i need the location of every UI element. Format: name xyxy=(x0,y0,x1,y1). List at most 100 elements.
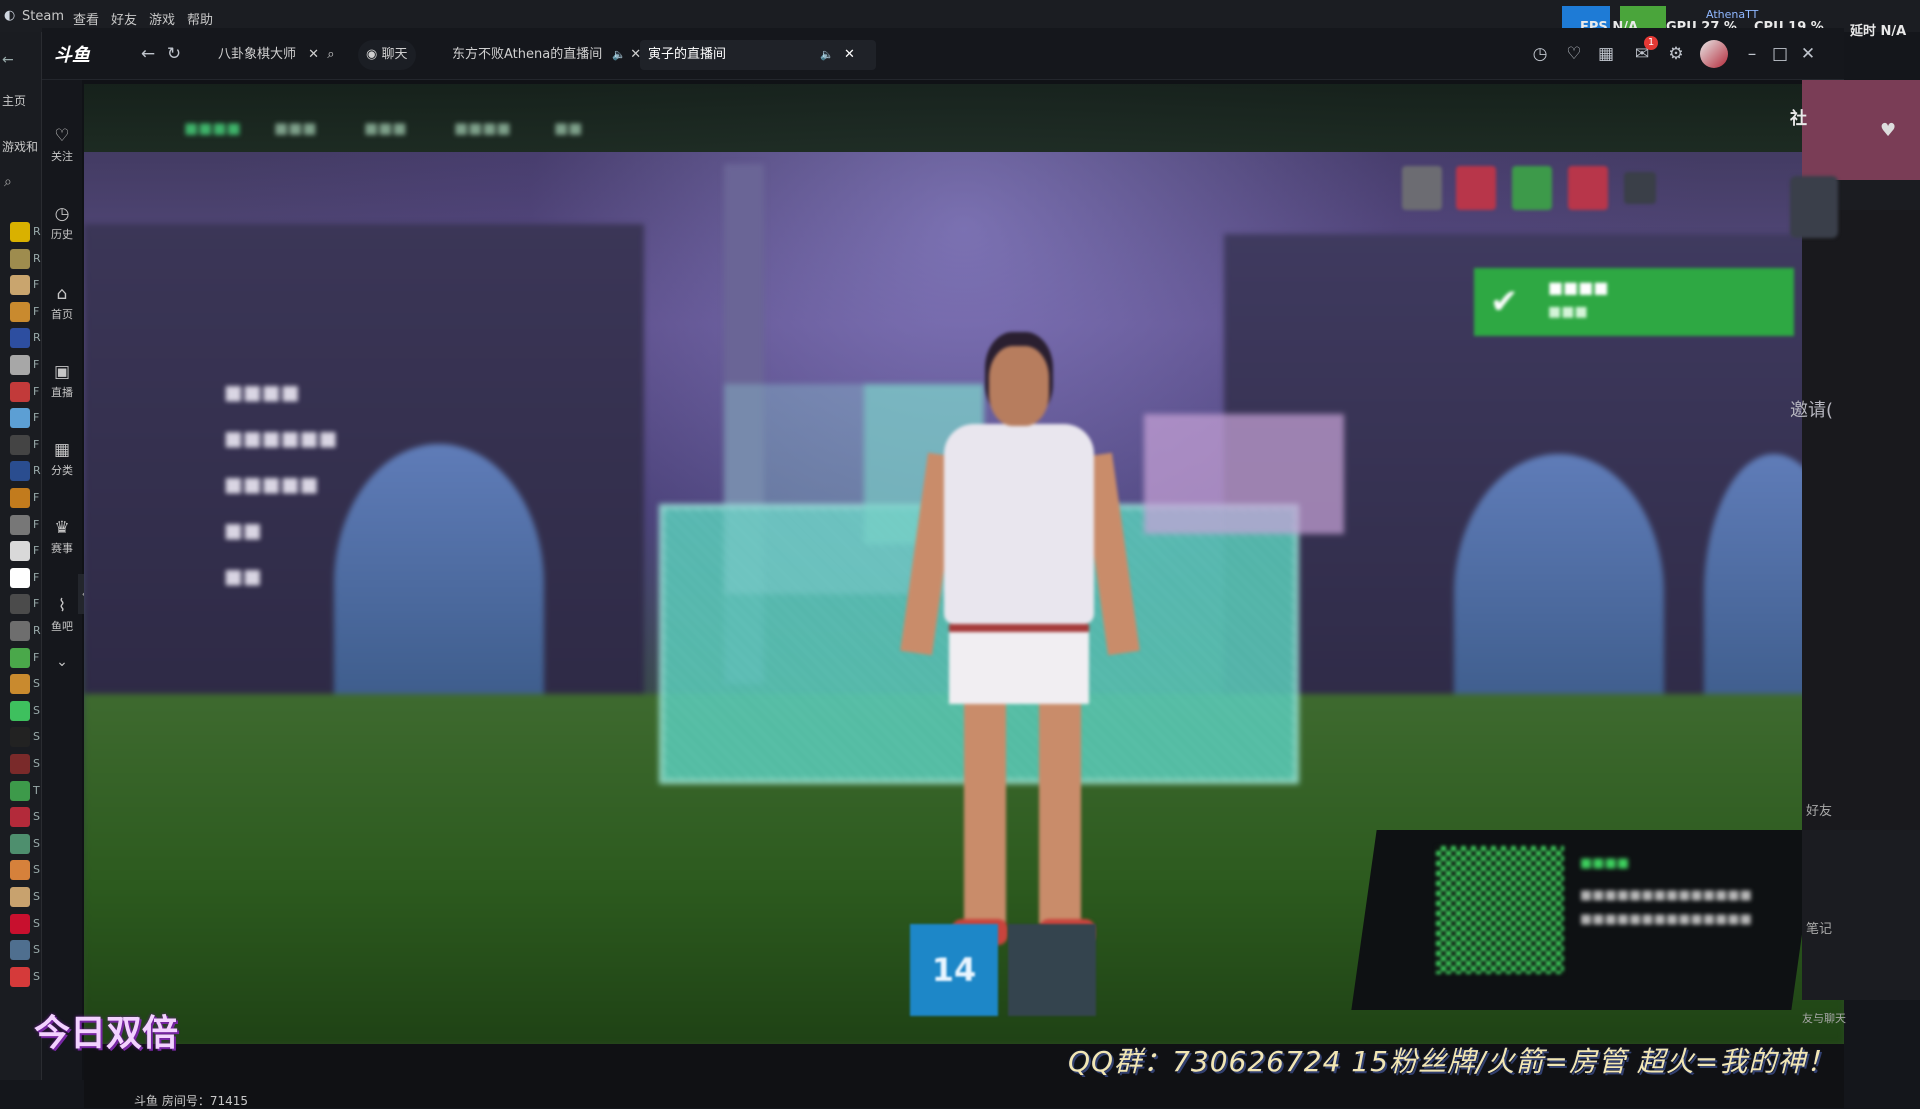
steam-menu-steam[interactable]: Steam xyxy=(22,9,64,24)
game-title-initial[interactable]: F xyxy=(33,651,39,664)
game-icon[interactable] xyxy=(10,328,30,349)
game-icon[interactable] xyxy=(10,461,30,482)
avatar[interactable] xyxy=(1700,40,1728,68)
game-title-initial[interactable]: R xyxy=(33,464,41,477)
game-menu-item[interactable]: ■■■■ xyxy=(224,380,300,404)
close-icon[interactable]: ✕ xyxy=(308,47,319,62)
game-tab[interactable]: ■■■ xyxy=(274,119,317,137)
game-icon[interactable] xyxy=(10,301,30,322)
game-title-initial[interactable]: F xyxy=(33,438,39,451)
nav-category[interactable]: ▦ 分类 xyxy=(42,440,82,478)
game-icon[interactable] xyxy=(10,567,30,588)
game-title-initial[interactable]: S xyxy=(33,943,40,956)
back-arrow-icon[interactable]: ← xyxy=(2,52,14,68)
game-icon[interactable] xyxy=(10,754,30,774)
game-icon[interactable] xyxy=(10,621,30,641)
live-video-player[interactable]: ■■■■ ■■■ ■■■ ■■■■ ■■ ■■■■ ■■■■■■ ■■■■■ ■… xyxy=(84,84,1844,1044)
game-icon[interactable] xyxy=(10,700,30,721)
party-slot[interactable] xyxy=(1624,172,1656,204)
game-icon[interactable] xyxy=(10,381,30,402)
game-title-initial[interactable]: F xyxy=(33,518,39,531)
game-tab[interactable]: ■■■ xyxy=(364,119,407,137)
heart-icon[interactable]: ♥ xyxy=(1880,120,1896,141)
close-window-icon[interactable]: ✕ xyxy=(1798,44,1818,64)
game-title-initial[interactable]: F xyxy=(33,278,39,291)
game-icon[interactable] xyxy=(10,807,30,828)
game-menu-item[interactable]: ■■ xyxy=(224,564,262,588)
back-icon[interactable]: ← xyxy=(138,44,158,64)
streamer-avatar[interactable] xyxy=(1790,176,1838,238)
steam-menu-help[interactable]: 帮助 xyxy=(187,9,213,28)
game-title-initial[interactable]: F xyxy=(33,358,39,371)
game-icon[interactable] xyxy=(10,780,30,801)
game-title-initial[interactable]: S xyxy=(33,890,40,903)
game-icon[interactable] xyxy=(10,488,30,508)
invite-label[interactable]: 邀请( xyxy=(1790,396,1833,422)
chevron-down-icon[interactable]: ⌄ xyxy=(42,654,82,670)
game-title-initial[interactable]: R xyxy=(33,252,41,265)
game-icon[interactable] xyxy=(10,541,30,562)
minimize-icon[interactable]: – xyxy=(1742,44,1762,64)
game-title-initial[interactable]: F xyxy=(33,597,39,610)
game-title-initial[interactable]: S xyxy=(33,810,40,823)
game-title-initial[interactable]: F xyxy=(33,305,39,318)
game-menu-item[interactable]: ■■■■■■ xyxy=(224,426,337,450)
game-title-initial[interactable]: R xyxy=(33,331,41,344)
game-title-initial[interactable]: S xyxy=(33,970,40,983)
party-avatar[interactable] xyxy=(1402,166,1442,210)
game-icon[interactable] xyxy=(10,913,30,934)
game-title-initial[interactable]: R xyxy=(33,225,41,238)
game-icon[interactable] xyxy=(10,222,30,242)
close-icon[interactable]: ✕ xyxy=(844,40,855,70)
game-title-initial[interactable]: S xyxy=(33,704,40,717)
nav-events[interactable]: ♛ 赛事 xyxy=(42,518,82,556)
game-icon[interactable] xyxy=(10,966,30,987)
game-icon[interactable] xyxy=(10,674,30,695)
tab-athena-room[interactable]: 东方不败Athena的直播间 🔈 ✕ xyxy=(444,40,649,70)
game-icon[interactable] xyxy=(10,647,30,668)
tab-xiangqi[interactable]: 八卦象棋大师 ✕ ⌕ xyxy=(210,40,342,70)
party-avatar[interactable] xyxy=(1568,166,1608,210)
search-icon[interactable]: ⌕ xyxy=(327,47,334,62)
steam-menu-friends[interactable]: 好友 xyxy=(111,9,137,28)
game-title-initial[interactable]: S xyxy=(33,757,40,770)
settings-icon[interactable]: ⚙ xyxy=(1666,44,1686,64)
game-title-initial[interactable]: S xyxy=(33,917,40,930)
game-icon[interactable] xyxy=(10,248,30,269)
game-icon[interactable] xyxy=(10,408,30,429)
game-tab[interactable]: ■■ xyxy=(554,119,582,137)
maximize-icon[interactable]: □ xyxy=(1770,44,1790,64)
calendar-icon[interactable]: ▦ xyxy=(1596,44,1616,64)
game-title-initial[interactable]: F xyxy=(33,544,39,557)
game-title-initial[interactable]: S xyxy=(33,730,40,743)
game-icon[interactable] xyxy=(10,833,30,854)
game-icon[interactable] xyxy=(10,434,30,455)
game-title-initial[interactable]: F xyxy=(33,411,39,424)
game-icon[interactable] xyxy=(10,860,30,881)
game-tab[interactable]: ■■■■ xyxy=(454,119,511,137)
nav-home[interactable]: ⌂ 首页 xyxy=(42,284,82,322)
douyu-logo[interactable]: 斗鱼 xyxy=(54,41,90,67)
game-title-initial[interactable]: R xyxy=(33,624,41,637)
game-title-initial[interactable]: F xyxy=(33,571,39,584)
steam-nav-home[interactable]: 主页 xyxy=(2,92,26,109)
refresh-icon[interactable]: ↻ xyxy=(164,44,184,64)
game-icon[interactable] xyxy=(10,355,30,375)
game-icon[interactable] xyxy=(10,887,30,907)
game-title-initial[interactable]: S xyxy=(33,677,40,690)
steam-nav-library[interactable]: 游戏和 xyxy=(2,138,38,155)
party-avatar[interactable] xyxy=(1512,166,1552,210)
search-icon[interactable]: ⌕ xyxy=(4,174,12,190)
steam-menu-games[interactable]: 游戏 xyxy=(149,9,175,28)
nav-follow[interactable]: ♡ 关注 xyxy=(42,126,82,164)
game-icon[interactable] xyxy=(10,940,30,961)
game-icon[interactable] xyxy=(10,514,30,535)
game-icon[interactable] xyxy=(10,275,30,296)
nav-history[interactable]: ◷ 历史 xyxy=(42,204,82,242)
game-title-initial[interactable]: F xyxy=(33,385,39,398)
tab-yinzi-room[interactable]: 寅子的直播间 🔈 ✕ xyxy=(640,40,876,70)
nav-live[interactable]: ▣ 直播 xyxy=(42,362,82,400)
party-avatar[interactable] xyxy=(1456,166,1496,210)
game-title-initial[interactable]: F xyxy=(33,491,39,504)
nav-fishbar[interactable]: ⌇ 鱼吧 xyxy=(42,596,82,634)
